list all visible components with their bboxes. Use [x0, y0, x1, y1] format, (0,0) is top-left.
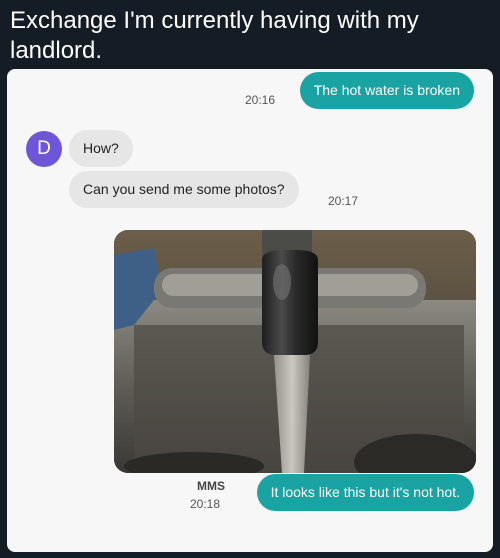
post-title: Exchange I'm currently having with my la… — [10, 7, 419, 64]
incoming-message-bubble[interactable]: How? — [69, 130, 133, 167]
message-time: 20:17 — [328, 194, 359, 208]
outgoing-message-bubble[interactable]: It looks like this but it's not hot. — [256, 474, 474, 511]
mms-label: MMS — [197, 479, 225, 493]
outgoing-message-bubble[interactable]: The hot water is broken — [299, 72, 474, 109]
running-faucet-photo-icon — [114, 230, 476, 473]
message-thread[interactable]: 20:16 The hot water is broken D How? Can… — [7, 69, 493, 552]
message-time: 20:18 — [190, 497, 221, 511]
mms-photo[interactable] — [114, 230, 476, 473]
contact-avatar[interactable]: D — [26, 131, 62, 167]
message-time: 20:16 — [245, 93, 276, 107]
incoming-message-bubble[interactable]: Can you send me some photos? — [69, 171, 299, 208]
